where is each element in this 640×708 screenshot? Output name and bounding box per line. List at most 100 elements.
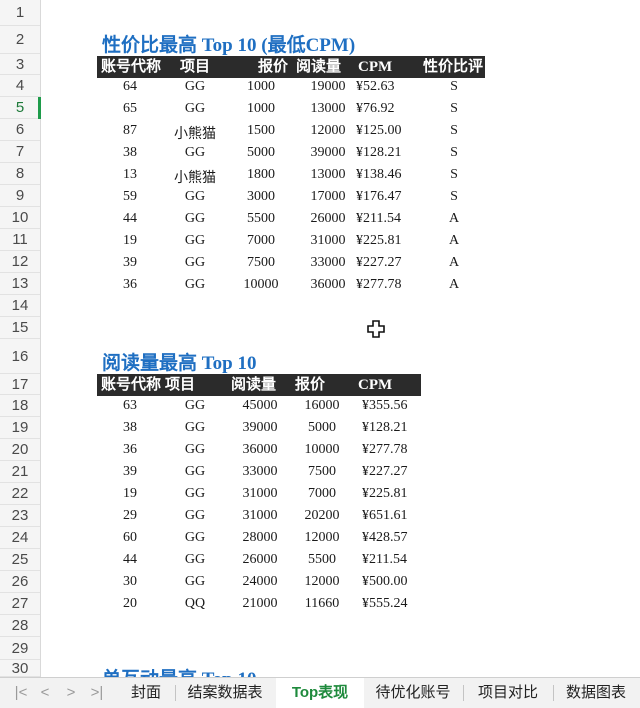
table2-cell[interactable]: 5000 — [294, 420, 350, 436]
tab-to-optimize[interactable]: 待优化账号 — [364, 678, 462, 708]
table2-cell[interactable]: ¥651.61 — [362, 508, 424, 524]
table1-cell[interactable]: 1000 — [238, 79, 284, 95]
table2-cell[interactable]: ¥128.21 — [362, 420, 424, 436]
table1-cell[interactable]: 13000 — [300, 167, 356, 183]
table2-cell[interactable]: 10000 — [294, 442, 350, 458]
table2-cell[interactable]: ¥277.78 — [362, 442, 424, 458]
table1-cell[interactable]: S — [432, 79, 476, 95]
table2-cell[interactable]: 28000 — [233, 530, 287, 546]
table2-cell[interactable]: 20200 — [294, 508, 350, 524]
table1-cell[interactable]: 10000 — [238, 277, 284, 293]
tab-project-compare[interactable]: 项目对比 — [464, 678, 552, 708]
table1-cell[interactable]: 5000 — [238, 145, 284, 161]
table2-cell[interactable]: 36000 — [233, 442, 287, 458]
table2-cell[interactable]: 12000 — [294, 530, 350, 546]
table1-cell[interactable]: ¥52.63 — [356, 79, 418, 95]
row-number[interactable]: 21 — [0, 461, 40, 483]
table1-header-cell[interactable]: 项目 — [180, 56, 210, 78]
table1-cell[interactable]: 1500 — [238, 123, 284, 139]
table2-header-cell[interactable]: 项目 — [165, 374, 195, 396]
first-sheet-button[interactable]: |< — [10, 678, 32, 708]
table1-cell[interactable]: 1000 — [238, 101, 284, 117]
row-number[interactable]: 4 — [0, 75, 40, 97]
table1-header-cell[interactable]: 性价比评 — [423, 56, 483, 78]
table2-cell[interactable]: 33000 — [233, 464, 287, 480]
table2-cell[interactable]: ¥211.54 — [362, 552, 424, 568]
table2-cell[interactable]: GG — [168, 552, 222, 568]
table1-cell[interactable]: 36 — [110, 277, 150, 293]
row-number[interactable]: 13 — [0, 273, 40, 295]
table2-cell[interactable]: 21000 — [233, 596, 287, 612]
table1-cell[interactable]: 3000 — [238, 189, 284, 205]
row-number[interactable]: 9 — [0, 185, 40, 207]
table1-cell[interactable]: S — [432, 189, 476, 205]
table2-cell[interactable]: GG — [168, 486, 222, 502]
table2-cell[interactable]: 16000 — [294, 398, 350, 414]
table1-cell[interactable]: ¥138.46 — [356, 167, 418, 183]
table1-cell[interactable]: S — [432, 167, 476, 183]
table2-cell[interactable]: GG — [168, 398, 222, 414]
tab-closing-data[interactable]: 结案数据表 — [176, 678, 274, 708]
table1-cell[interactable]: 31000 — [300, 233, 356, 249]
table1-cell[interactable]: GG — [168, 255, 222, 271]
table2-cell[interactable]: ¥227.27 — [362, 464, 424, 480]
table2-cell[interactable]: 24000 — [233, 574, 287, 590]
row-number[interactable]: 29 — [0, 637, 40, 660]
table2-cell[interactable]: 29 — [110, 508, 150, 524]
table1-cell[interactable]: 44 — [110, 211, 150, 227]
row-number[interactable]: 10 — [0, 207, 40, 229]
table2-header-cell[interactable]: 报价 — [295, 374, 325, 396]
table2-cell[interactable]: 5500 — [294, 552, 350, 568]
table2-cell[interactable]: GG — [168, 530, 222, 546]
table1-cell[interactable]: ¥128.21 — [356, 145, 418, 161]
table1-cell[interactable]: 39 — [110, 255, 150, 271]
table1-cell[interactable]: GG — [168, 189, 222, 205]
table2-cell[interactable]: GG — [168, 442, 222, 458]
table1-cell[interactable]: ¥227.27 — [356, 255, 418, 271]
table2-header-cell[interactable]: 账号代称 — [101, 374, 161, 396]
table1-cell[interactable]: S — [432, 145, 476, 161]
table2-cell[interactable]: 7500 — [294, 464, 350, 480]
row-number[interactable]: 7 — [0, 141, 40, 163]
row-number[interactable]: 14 — [0, 295, 40, 317]
row-number[interactable]: 8 — [0, 163, 40, 185]
table2-cell[interactable]: ¥225.81 — [362, 486, 424, 502]
table1-header-cell[interactable]: 账号代称 — [101, 56, 161, 78]
row-number[interactable]: 28 — [0, 615, 40, 637]
row-number[interactable]: 24 — [0, 527, 40, 549]
table2-cell[interactable]: 63 — [110, 398, 150, 414]
table2-cell[interactable]: GG — [168, 508, 222, 524]
table1-cell[interactable]: 7500 — [238, 255, 284, 271]
next-sheet-button[interactable]: > — [60, 678, 82, 708]
spreadsheet-area[interactable]: 1 2 3 4 5 6 7 8 9 10 11 12 13 14 15 16 17 18 19 20 21 22 23 24 2… — [0, 0, 640, 677]
table1-cell[interactable]: 39000 — [300, 145, 356, 161]
table1-cell[interactable]: 65 — [110, 101, 150, 117]
table2-cell[interactable]: 31000 — [233, 508, 287, 524]
row-number[interactable]: 20 — [0, 439, 40, 461]
table1-cell[interactable]: 13000 — [300, 101, 356, 117]
table2-cell[interactable]: 39000 — [233, 420, 287, 436]
table1-cell[interactable]: 38 — [110, 145, 150, 161]
row-number[interactable]: 23 — [0, 505, 40, 527]
table1-cell[interactable]: GG — [168, 101, 222, 117]
table1-cell[interactable]: 17000 — [300, 189, 356, 205]
table2-cell[interactable]: 19 — [110, 486, 150, 502]
table1-header-cell[interactable]: 阅读量 — [296, 56, 341, 78]
table1-cell[interactable]: ¥176.47 — [356, 189, 418, 205]
table1-cell[interactable]: GG — [168, 79, 222, 95]
row-number[interactable]: 17 — [0, 374, 40, 395]
table2-cell[interactable]: ¥428.57 — [362, 530, 424, 546]
table2-cell[interactable]: GG — [168, 574, 222, 590]
table1-cell[interactable]: 26000 — [300, 211, 356, 227]
table1-header-cell[interactable]: CPM — [358, 56, 392, 78]
row-number[interactable]: 3 — [0, 54, 40, 75]
table2-cell[interactable]: 20 — [110, 596, 150, 612]
table2-cell[interactable]: 36 — [110, 442, 150, 458]
table1-cell[interactable]: GG — [168, 211, 222, 227]
table1-cell[interactable]: 87 — [110, 123, 150, 139]
table1-cell[interactable]: 36000 — [300, 277, 356, 293]
table2-cell[interactable]: GG — [168, 420, 222, 436]
table1-cell[interactable]: A — [432, 255, 476, 271]
table1-cell[interactable]: A — [432, 211, 476, 227]
table2-cell[interactable]: 44 — [110, 552, 150, 568]
